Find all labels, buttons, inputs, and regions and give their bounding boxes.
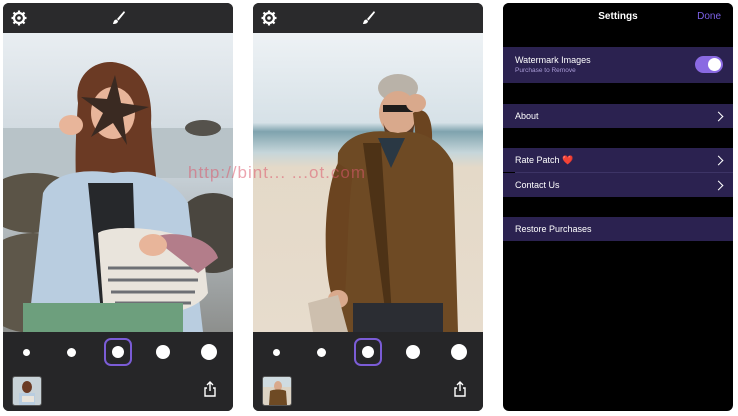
brush-size-l[interactable] bbox=[156, 345, 170, 359]
about-label: About bbox=[515, 111, 539, 121]
share-icon[interactable] bbox=[453, 381, 467, 397]
brush-size-s[interactable] bbox=[317, 348, 326, 357]
brush-size-xl[interactable] bbox=[201, 344, 217, 360]
brush-size-xs[interactable] bbox=[23, 349, 30, 356]
brush-icon[interactable] bbox=[360, 10, 376, 26]
editor-toolbar bbox=[3, 3, 233, 33]
watermark-row[interactable]: Watermark Images Purchase to Remove bbox=[503, 47, 733, 83]
about-row[interactable]: About bbox=[503, 104, 733, 128]
gear-icon[interactable] bbox=[11, 10, 27, 26]
watermark-label: Watermark Images bbox=[515, 55, 591, 65]
photo-thumbnail[interactable] bbox=[262, 376, 292, 406]
restore-row[interactable]: Restore Purchases bbox=[503, 217, 733, 241]
watermark-sublabel: Purchase to Remove bbox=[515, 67, 576, 74]
rate-row[interactable]: Rate Patch ❤️ bbox=[503, 148, 733, 172]
brush-size-xl[interactable] bbox=[451, 344, 467, 360]
editor-screen-1 bbox=[3, 3, 233, 411]
restore-label: Restore Purchases bbox=[515, 224, 592, 234]
brush-size-m[interactable] bbox=[112, 346, 124, 358]
contact-row[interactable]: Contact Us bbox=[503, 173, 733, 197]
settings-nav-bar: Settings Done bbox=[503, 3, 733, 33]
toggle-knob bbox=[708, 58, 721, 71]
settings-screen: Settings Done Watermark Images Purchase … bbox=[503, 3, 733, 411]
brush-size-l[interactable] bbox=[406, 345, 420, 359]
rate-label: Rate Patch ❤️ bbox=[515, 155, 574, 165]
chevron-right-icon bbox=[713, 180, 724, 191]
editor-screen-2 bbox=[253, 3, 483, 411]
share-icon[interactable] bbox=[203, 381, 217, 397]
editor-toolbar bbox=[253, 3, 483, 33]
done-button[interactable]: Done bbox=[697, 11, 721, 22]
brush-size-bar bbox=[3, 332, 233, 411]
watermark-toggle[interactable] bbox=[695, 56, 723, 73]
brush-size-xs[interactable] bbox=[273, 349, 280, 356]
photo-thumbnail[interactable] bbox=[12, 376, 42, 406]
brush-size-m[interactable] bbox=[362, 346, 374, 358]
chevron-right-icon bbox=[713, 155, 724, 166]
brush-size-s[interactable] bbox=[67, 348, 76, 357]
contact-label: Contact Us bbox=[515, 180, 560, 190]
watermark-overlay-text: http://bint... ...ot.com bbox=[188, 163, 367, 182]
chevron-right-icon bbox=[713, 111, 724, 122]
gear-icon[interactable] bbox=[261, 10, 277, 26]
brush-size-bar bbox=[253, 332, 483, 411]
brush-icon[interactable] bbox=[110, 10, 126, 26]
